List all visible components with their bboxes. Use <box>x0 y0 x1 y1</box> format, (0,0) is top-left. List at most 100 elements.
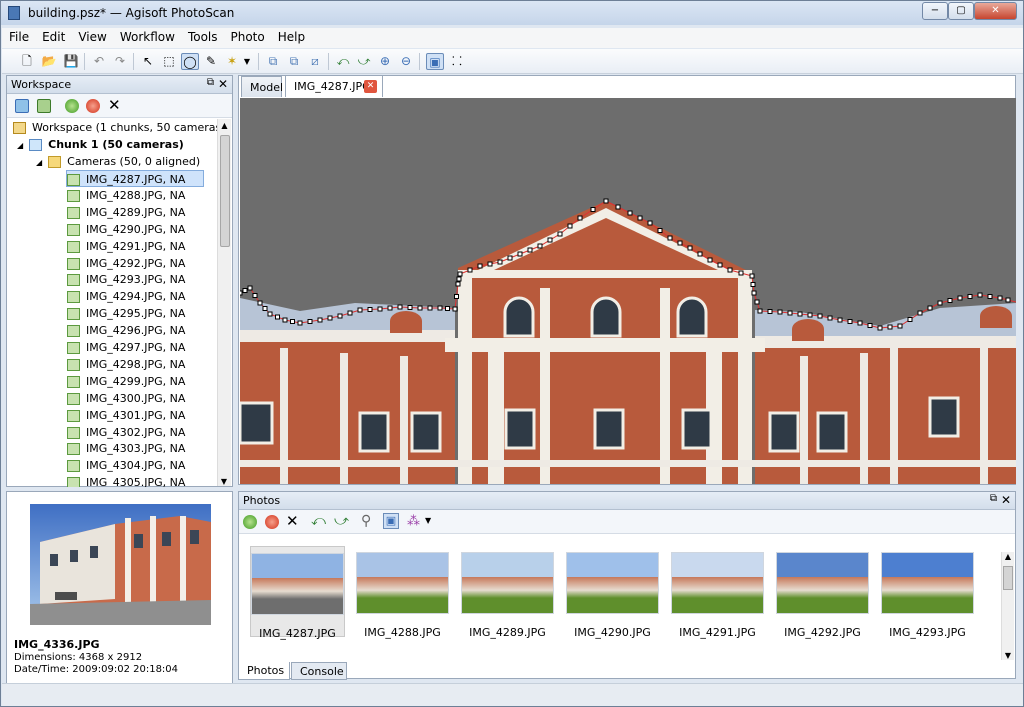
photo-thumbnail[interactable]: IMG_4288.JPG <box>355 546 450 639</box>
float-icon[interactable]: ⧉ <box>207 77 214 88</box>
camera-item[interactable]: IMG_4287.JPG, NA <box>66 170 204 187</box>
rectangle-selection-icon[interactable]: ⬚ <box>160 53 178 70</box>
mask-node[interactable] <box>282 317 288 323</box>
mask-node[interactable] <box>347 310 353 316</box>
maximize-button[interactable]: ▢ <box>948 2 974 20</box>
mask-node[interactable] <box>557 231 563 237</box>
menu-edit[interactable]: Edit <box>35 28 71 44</box>
mask-node[interactable] <box>797 311 803 317</box>
mask-node[interactable] <box>957 295 963 301</box>
mask-node[interactable] <box>275 314 280 320</box>
open-folder-icon[interactable]: 📂 <box>40 53 58 70</box>
mask-node[interactable] <box>377 306 383 312</box>
camera-item[interactable]: IMG_4289.JPG, NA <box>67 204 185 221</box>
rotate-left-icon[interactable]: ⤺ <box>334 53 352 70</box>
mask-node[interactable] <box>290 319 295 324</box>
save-icon[interactable]: 💾 <box>62 53 80 70</box>
camera-item[interactable]: IMG_4291.JPG, NA <box>67 238 185 255</box>
mask-node[interactable] <box>637 215 643 221</box>
zoom-out-icon[interactable]: ⊖ <box>397 53 415 70</box>
menu-workflow[interactable]: Workflow <box>113 28 181 44</box>
mask-node[interactable] <box>787 310 793 316</box>
photo-thumbnail[interactable]: IMG_4290.JPG <box>565 546 660 639</box>
thumbnail-size-icon[interactable]: ⁂ <box>407 514 420 529</box>
mask-node[interactable] <box>317 317 323 323</box>
mask-node[interactable] <box>987 294 993 299</box>
chevron-down-icon[interactable]: ▼ <box>242 53 252 70</box>
mask-node[interactable] <box>677 240 683 246</box>
mask-node[interactable] <box>367 307 373 312</box>
mask-node[interactable] <box>457 271 463 277</box>
camera-item[interactable]: IMG_4304.JPG, NA <box>67 457 185 474</box>
mask-node[interactable] <box>857 320 863 326</box>
camera-item[interactable]: IMG_4293.JPG, NA <box>67 271 185 288</box>
mask-node[interactable] <box>242 288 248 293</box>
menu-tools[interactable]: Tools <box>181 28 224 44</box>
invert-selection-icon[interactable]: ⧄ <box>306 53 324 70</box>
camera-item[interactable]: IMG_4298.JPG, NA <box>67 356 185 373</box>
photo-thumbnail[interactable]: IMG_4287.JPG <box>250 546 345 640</box>
mask-node[interactable] <box>997 295 1003 301</box>
mask-node[interactable] <box>427 305 433 311</box>
mask-node[interactable] <box>847 319 853 324</box>
mask-node[interactable] <box>397 304 403 310</box>
mask-node[interactable] <box>817 313 823 319</box>
mask-node[interactable] <box>327 315 333 321</box>
tab-photos[interactable]: Photos <box>238 662 290 680</box>
mask-node[interactable] <box>357 307 363 313</box>
mask-node[interactable] <box>252 293 258 298</box>
mask-node[interactable] <box>257 300 263 306</box>
mask-node[interactable] <box>262 306 268 311</box>
mask-node[interactable] <box>937 300 943 306</box>
scrollbar-thumb[interactable] <box>1003 566 1013 590</box>
lasso-selection-icon[interactable]: ◯ <box>181 53 199 70</box>
add-selection-icon[interactable]: ⧉ <box>264 53 282 70</box>
enable-icon[interactable] <box>243 515 257 529</box>
mask-node[interactable] <box>947 298 953 303</box>
mask-node[interactable] <box>837 317 843 323</box>
redo-icon[interactable]: ↷ <box>111 53 129 70</box>
mask-node[interactable] <box>927 305 933 311</box>
mask-node[interactable] <box>754 299 760 305</box>
mask-node[interactable] <box>387 305 393 311</box>
mask-node[interactable] <box>707 257 713 263</box>
subtract-selection-icon[interactable]: ⧉ <box>285 53 303 70</box>
scroll-down-icon[interactable]: ▼ <box>218 477 230 486</box>
mask-node[interactable] <box>687 245 693 251</box>
rotate-left-icon[interactable]: ⤺ <box>311 513 326 529</box>
mask-node[interactable] <box>337 313 343 319</box>
workspace-scrollbar[interactable]: ▲ ▼ <box>217 119 231 486</box>
camera-item[interactable]: IMG_4301.JPG, NA <box>67 407 185 424</box>
mask-node[interactable] <box>407 305 413 310</box>
mask-node[interactable] <box>727 267 733 273</box>
camera-item[interactable]: IMG_4292.JPG, NA <box>67 255 185 272</box>
remove-icon[interactable]: ✕ <box>286 512 299 530</box>
close-button[interactable]: ✕ <box>974 2 1017 20</box>
mask-node[interactable] <box>867 323 873 328</box>
menu-view[interactable]: View <box>71 28 112 44</box>
mask-node[interactable] <box>247 285 253 291</box>
float-icon[interactable]: ⧉ <box>990 493 997 504</box>
scroll-up-icon[interactable]: ▲ <box>1002 552 1014 561</box>
mask-node[interactable] <box>877 325 883 331</box>
photo-thumbnail[interactable]: IMG_4293.JPG <box>880 546 975 639</box>
mask-node[interactable] <box>887 324 893 330</box>
tab-image[interactable]: IMG_4287.JPG ✕ <box>285 75 383 97</box>
camera-item[interactable]: IMG_4300.JPG, NA <box>67 390 185 407</box>
mask-node[interactable] <box>717 262 723 268</box>
camera-item[interactable]: IMG_4295.JPG, NA <box>67 305 185 322</box>
mask-node[interactable] <box>967 294 973 299</box>
mask-node[interactable] <box>738 270 744 276</box>
camera-item[interactable]: IMG_4296.JPG, NA <box>67 322 185 339</box>
add-photos-icon[interactable] <box>37 99 51 113</box>
mask-node[interactable] <box>627 210 633 216</box>
expand-icon[interactable]: ◢ <box>17 141 23 150</box>
photo-thumbnail[interactable]: IMG_4289.JPG <box>460 546 555 639</box>
mask-node[interactable] <box>417 305 423 311</box>
image-viewport[interactable] <box>240 98 1016 484</box>
mask-node[interactable] <box>907 317 913 322</box>
tab-console[interactable]: Console <box>291 662 347 680</box>
chevron-down-icon[interactable]: ▼ <box>425 516 431 525</box>
camera-item[interactable]: IMG_4305.JPG, NA <box>67 474 185 487</box>
mask-node[interactable] <box>527 247 533 253</box>
